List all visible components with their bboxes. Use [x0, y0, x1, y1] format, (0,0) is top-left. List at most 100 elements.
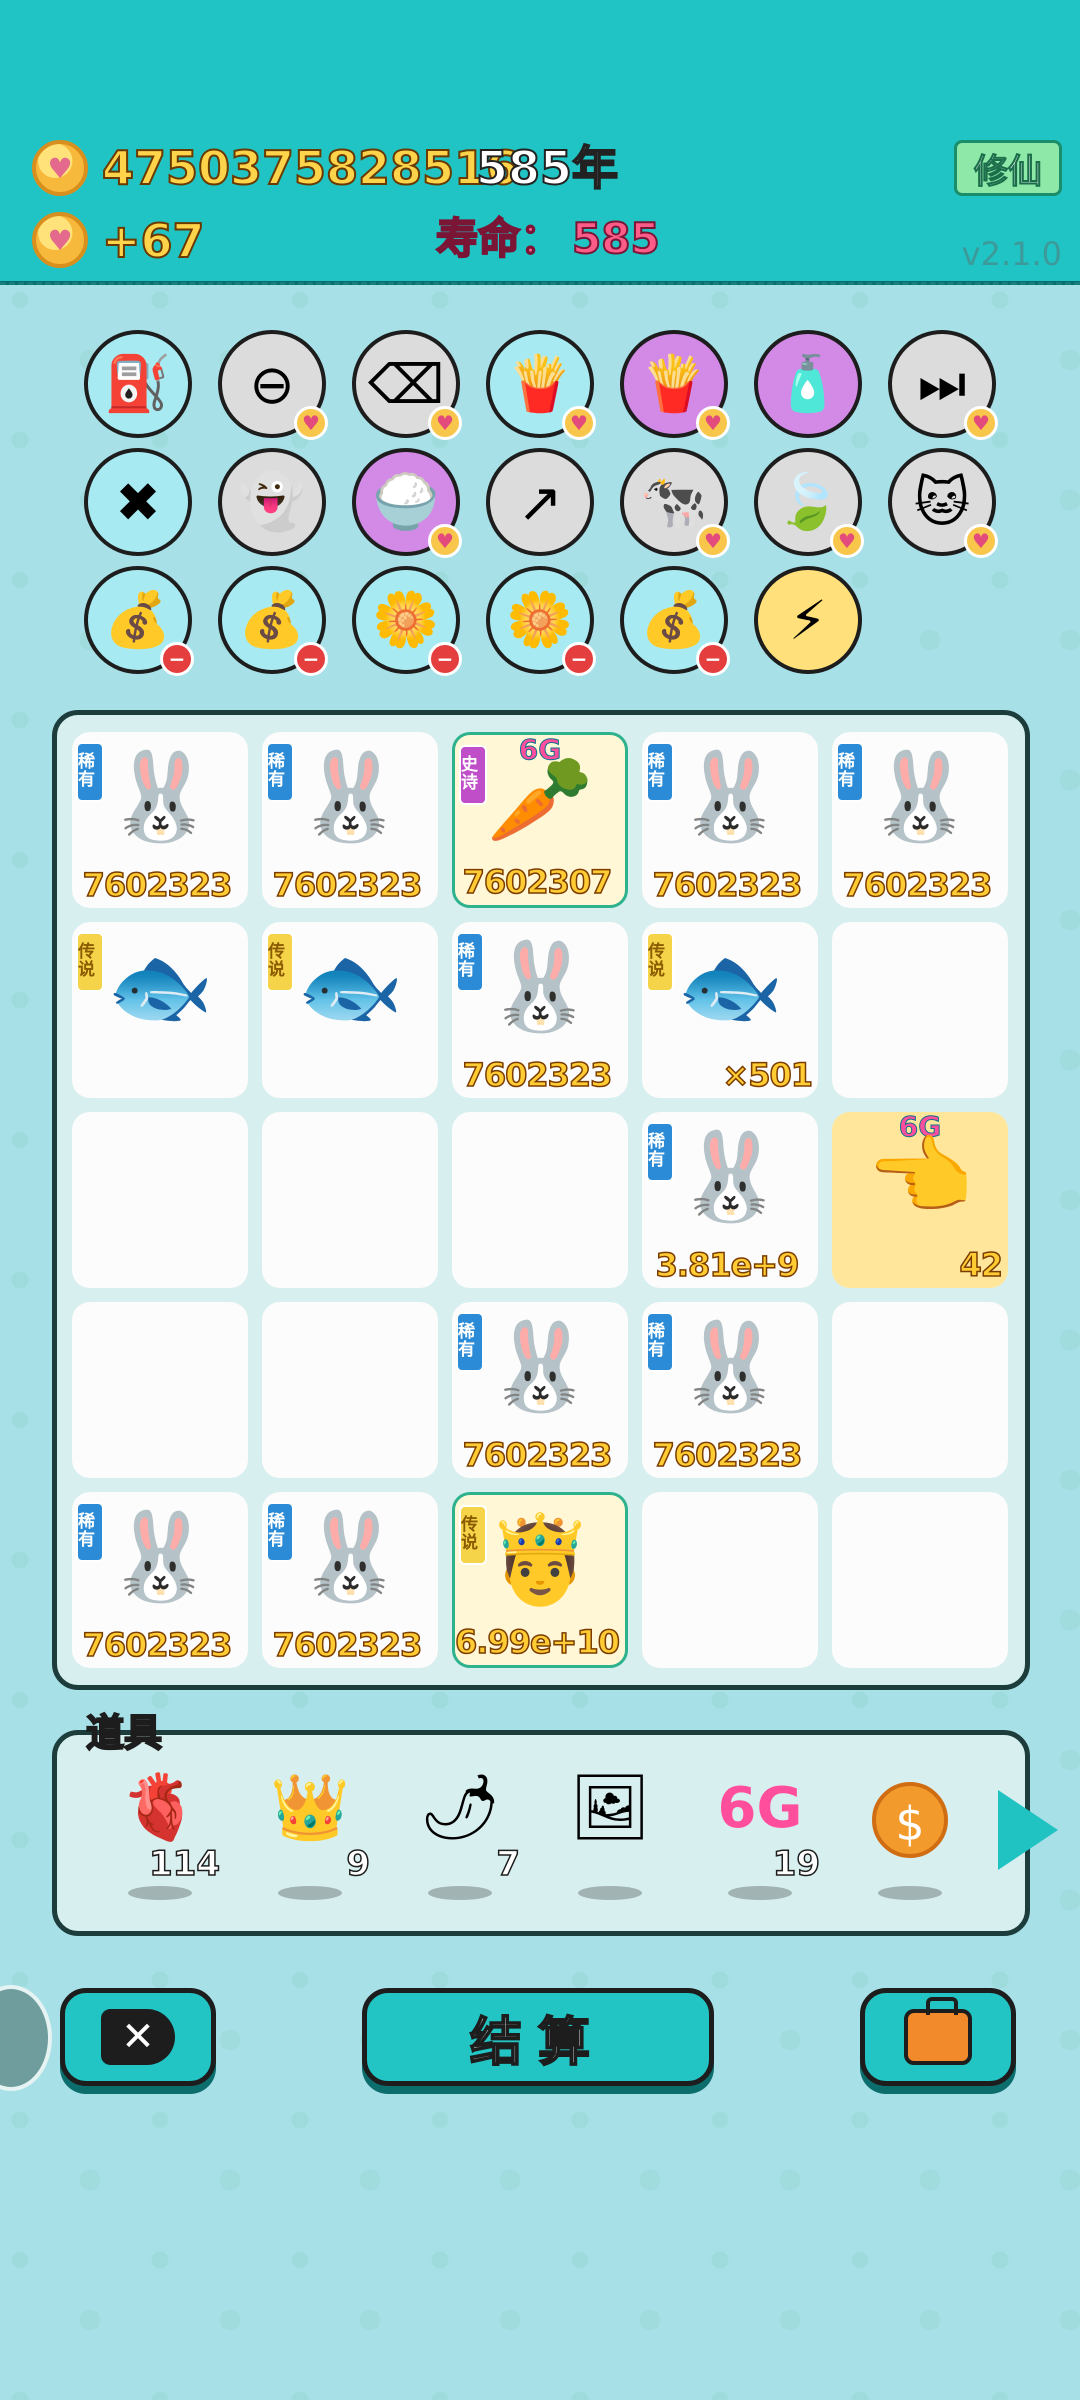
item-slot[interactable]: 🌶 7	[400, 1770, 521, 1900]
empty-cell[interactable]	[72, 1302, 248, 1478]
unit-sprite: 🐟	[296, 937, 404, 1037]
inventory-button[interactable]	[860, 1988, 1016, 2086]
heart-badge-icon: ♥	[696, 524, 730, 558]
unit-sprite: 🐰	[486, 1317, 594, 1417]
item-slot[interactable]: 🫀 114	[100, 1770, 221, 1900]
board-cell[interactable]: 6G 史诗 🥕 7602307	[452, 732, 628, 908]
cow-icon[interactable]: 🐄 ♥	[620, 448, 730, 558]
cat-icon[interactable]: 🐱 ♥	[888, 448, 998, 558]
unit-value: 7602323	[462, 1055, 613, 1095]
minus-circle-icon[interactable]: ⊖ ♥	[218, 330, 328, 440]
item-slot[interactable]: 6G 19	[700, 1770, 821, 1900]
unit-value: 3.81e+9	[655, 1245, 800, 1285]
unit-sprite: 🐰	[676, 1127, 784, 1227]
pump-icon[interactable]: ⛽	[84, 330, 192, 438]
board-cell[interactable]: 稀有 🐰 7602323	[452, 1302, 628, 1478]
delete-button[interactable]: ✕	[60, 1988, 216, 2086]
item-count: 7	[496, 1843, 521, 1885]
item-count: 9	[346, 1843, 371, 1885]
items-title: 道具	[85, 1710, 163, 1756]
unit-sprite: 🐟	[106, 937, 214, 1037]
sack-icon[interactable]: 💰 −	[620, 566, 730, 676]
crown-icon: 👑	[270, 1771, 350, 1845]
dollar-coin-icon: $	[872, 1782, 948, 1858]
heart-badge-icon: ♥	[830, 524, 864, 558]
empty-cell[interactable]	[832, 922, 1008, 1098]
briefcase-icon	[904, 1997, 972, 2065]
skip-icon[interactable]: ⏭ ♥	[888, 330, 998, 440]
item-slot[interactable]: $	[850, 1770, 970, 1900]
item-shadow	[428, 1886, 492, 1900]
empty-cell[interactable]	[832, 1492, 1008, 1668]
board-cell[interactable]: 稀有 🐰 7602323	[452, 922, 628, 1098]
board-cell[interactable]: 稀有 🐰 7602323	[72, 1492, 248, 1668]
unit-sprite: 🐰	[676, 747, 784, 847]
heart-badge-icon: ♥	[964, 406, 998, 440]
settle-label: 结算	[469, 2012, 606, 2074]
item-slot[interactable]: 🖼	[550, 1770, 670, 1900]
heart-badge-icon: ♥	[428, 406, 462, 440]
empty-cell[interactable]	[642, 1492, 818, 1668]
unit-value: 7602323	[82, 1625, 233, 1665]
portrait-frame-icon: 🖼	[569, 1771, 651, 1845]
lifespan-label: 寿命：	[435, 214, 563, 263]
unit-sprite: 🐰	[676, 1317, 784, 1417]
unit-sprite: 👈	[866, 1127, 974, 1227]
unit-value: 42	[959, 1245, 1004, 1285]
unit-sprite: 🐰	[486, 937, 594, 1037]
chopsticks-icon[interactable]: ✖	[84, 448, 192, 556]
empty-cell[interactable]	[72, 1112, 248, 1288]
heart-badge-icon: ♥	[294, 406, 328, 440]
board-cell[interactable]: 稀有 🐰 7602323	[642, 1302, 818, 1478]
coin-icon: ♥	[32, 140, 88, 196]
xiuxian-button[interactable]: 修仙	[954, 140, 1062, 196]
board-cell[interactable]: 传说 🐟 ×501	[642, 922, 818, 1098]
board-cell[interactable]: 稀有 🐰 7602323	[262, 732, 438, 908]
lightning-icon[interactable]: ⚡	[754, 566, 862, 674]
ghost-icon[interactable]: 👻	[218, 448, 326, 556]
board-cell[interactable]: 稀有 🐰 3.81e+9	[642, 1112, 818, 1288]
board-cell[interactable]: 传说 🐟	[262, 922, 438, 1098]
item-count: 19	[772, 1843, 821, 1885]
settle-button[interactable]: 结算	[362, 1988, 714, 2086]
unit-sprite: 🐰	[296, 1507, 404, 1607]
empty-cell[interactable]	[832, 1302, 1008, 1478]
unit-sprite: 🐰	[106, 747, 214, 847]
flower-pot-icon[interactable]: 🌼 −	[352, 566, 462, 676]
board-cell[interactable]: 传说 🤴 6.99e+10	[452, 1492, 628, 1668]
fries-icon[interactable]: 🍟 ♥	[486, 330, 596, 440]
unit-sprite: 🥕	[486, 750, 594, 850]
sack-icon[interactable]: 💰 −	[84, 566, 194, 676]
spray-bottle-icon[interactable]: 🧴	[754, 330, 862, 438]
board-cell[interactable]: 稀有 🐰 7602323	[642, 732, 818, 908]
rice-bowl-icon[interactable]: 🍚 ♥	[352, 448, 462, 558]
remove-badge-icon: −	[562, 642, 596, 676]
leaf-icon[interactable]: 🍃 ♥	[754, 448, 864, 558]
age-years: 585年	[475, 141, 619, 195]
unit-sprite: 🐰	[296, 747, 404, 847]
unit-value: 7602323	[842, 865, 993, 905]
unit-value: 7602307	[462, 862, 613, 902]
sack-icon[interactable]: 💰 −	[218, 566, 328, 676]
board-cell[interactable]: 稀有 🐰 7602323	[262, 1492, 438, 1668]
flower-pot-icon[interactable]: 🌼 −	[486, 566, 596, 676]
empty-cell[interactable]	[452, 1112, 628, 1288]
unit-value: ×501	[722, 1055, 814, 1095]
unit-value: 7602323	[272, 1625, 423, 1665]
unit-value: 7602323	[652, 1435, 803, 1475]
fries-icon[interactable]: 🍟 ♥	[620, 330, 730, 440]
remove-badge-icon: −	[428, 642, 462, 676]
board-cell[interactable]: 稀有 🐰 7602323	[832, 732, 1008, 908]
delete-tag-icon[interactable]: ⌫ ♥	[352, 330, 462, 440]
empty-cell[interactable]	[262, 1302, 438, 1478]
arrow-box-icon[interactable]: ↗	[486, 448, 594, 556]
board-cell[interactable]: 6G 👈 42	[832, 1110, 1008, 1288]
heart-badge-icon: ♥	[562, 406, 596, 440]
empty-cell[interactable]	[262, 1112, 438, 1288]
item-shadow	[578, 1886, 642, 1900]
heart-badge-icon: ♥	[696, 406, 730, 440]
item-slot[interactable]: 👑 9	[250, 1770, 371, 1900]
board-cell[interactable]: 传说 🐟	[72, 922, 248, 1098]
board-cell[interactable]: 稀有 🐰 7602323	[72, 732, 248, 908]
remove-badge-icon: −	[696, 642, 730, 676]
